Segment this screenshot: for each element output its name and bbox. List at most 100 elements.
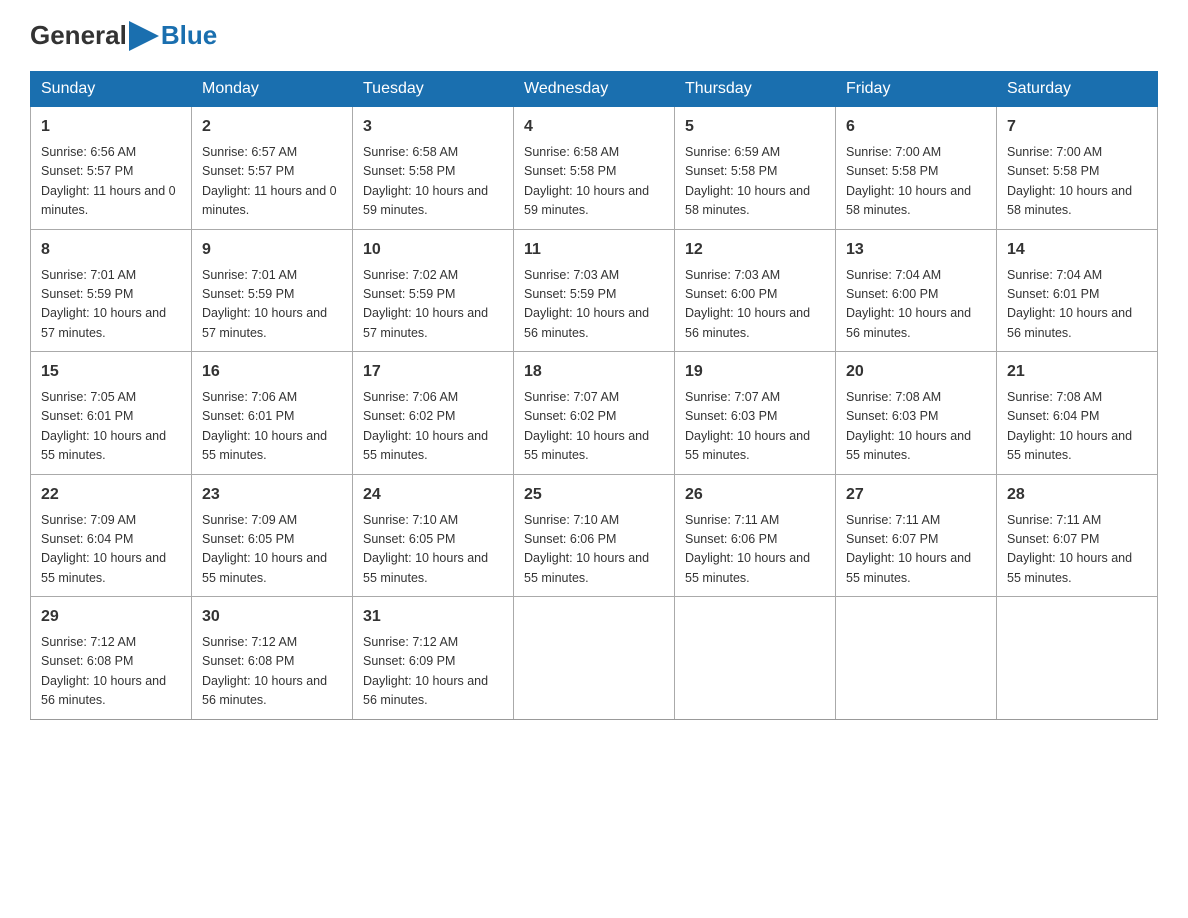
day-info: Sunrise: 6:56 AMSunset: 5:57 PMDaylight:… (41, 143, 181, 221)
day-info: Sunrise: 7:08 AMSunset: 6:03 PMDaylight:… (846, 388, 986, 466)
day-number: 2 (202, 115, 342, 139)
day-number: 29 (41, 605, 181, 629)
calendar-cell (997, 597, 1158, 720)
calendar-cell: 23 Sunrise: 7:09 AMSunset: 6:05 PMDayligh… (192, 474, 353, 597)
calendar-cell: 13 Sunrise: 7:04 AMSunset: 6:00 PMDayligh… (836, 229, 997, 352)
day-number: 8 (41, 238, 181, 262)
calendar-cell: 31Sunrise: 7:12 AMSunset: 6:09 PMDayligh… (353, 597, 514, 720)
calendar-cell: 8Sunrise: 7:01 AMSunset: 5:59 PMDaylight… (31, 229, 192, 352)
day-info: Sunrise: 7:03 AMSunset: 6:00 PMDaylight:… (685, 266, 825, 344)
day-number: 12 (685, 238, 825, 262)
day-info: Sunrise: 7:05 AMSunset: 6:01 PMDaylight:… (41, 388, 181, 466)
day-info: Sunrise: 7:04 AMSunset: 6:00 PMDaylight:… (846, 266, 986, 344)
day-number: 14 (1007, 238, 1147, 262)
calendar-cell (836, 597, 997, 720)
logo-general: General (30, 20, 127, 51)
day-number: 9 (202, 238, 342, 262)
calendar-cell: 19Sunrise: 7:07 AMSunset: 6:03 PMDayligh… (675, 352, 836, 475)
day-info: Sunrise: 7:11 AMSunset: 6:07 PMDaylight:… (1007, 511, 1147, 589)
day-number: 3 (363, 115, 503, 139)
day-number: 25 (524, 483, 664, 507)
calendar-cell: 26 Sunrise: 7:11 AMSunset: 6:06 PMDayligh… (675, 474, 836, 597)
day-info: Sunrise: 6:59 AMSunset: 5:58 PMDaylight:… (685, 143, 825, 221)
day-number: 15 (41, 360, 181, 384)
calendar-cell: 6 Sunrise: 7:00 AMSunset: 5:58 PMDaylight… (836, 107, 997, 230)
calendar-cell: 20 Sunrise: 7:08 AMSunset: 6:03 PMDayligh… (836, 352, 997, 475)
day-number: 5 (685, 115, 825, 139)
day-info: Sunrise: 7:03 AMSunset: 5:59 PMDaylight:… (524, 266, 664, 344)
day-info: Sunrise: 7:12 AMSunset: 6:08 PMDaylight:… (202, 633, 342, 711)
calendar-cell: 10 Sunrise: 7:02 AMSunset: 5:59 PMDayligh… (353, 229, 514, 352)
day-number: 28 (1007, 483, 1147, 507)
calendar-cell: 2 Sunrise: 6:57 AMSunset: 5:57 PMDaylight… (192, 107, 353, 230)
calendar-cell: 15 Sunrise: 7:05 AMSunset: 6:01 PMDayligh… (31, 352, 192, 475)
header-saturday: Saturday (997, 72, 1158, 107)
header-sunday: Sunday (31, 72, 192, 107)
calendar-cell: 22 Sunrise: 7:09 AMSunset: 6:04 PMDayligh… (31, 474, 192, 597)
calendar-week-1: 1 Sunrise: 6:56 AMSunset: 5:57 PMDaylight… (31, 107, 1158, 230)
day-info: Sunrise: 7:10 AMSunset: 6:06 PMDaylight:… (524, 511, 664, 589)
day-info: Sunrise: 7:09 AMSunset: 6:04 PMDaylight:… (41, 511, 181, 589)
day-info: Sunrise: 6:57 AMSunset: 5:57 PMDaylight:… (202, 143, 342, 221)
day-number: 6 (846, 115, 986, 139)
calendar-cell: 27Sunrise: 7:11 AMSunset: 6:07 PMDayligh… (836, 474, 997, 597)
calendar-cell: 21Sunrise: 7:08 AMSunset: 6:04 PMDayligh… (997, 352, 1158, 475)
day-number: 17 (363, 360, 503, 384)
calendar-cell: 11 Sunrise: 7:03 AMSunset: 5:59 PMDayligh… (514, 229, 675, 352)
calendar-cell: 24 Sunrise: 7:10 AMSunset: 6:05 PMDayligh… (353, 474, 514, 597)
calendar-cell: 4Sunrise: 6:58 AMSunset: 5:58 PMDaylight… (514, 107, 675, 230)
day-info: Sunrise: 7:07 AMSunset: 6:02 PMDaylight:… (524, 388, 664, 466)
calendar-cell: 17 Sunrise: 7:06 AMSunset: 6:02 PMDayligh… (353, 352, 514, 475)
day-info: Sunrise: 7:04 AMSunset: 6:01 PMDaylight:… (1007, 266, 1147, 344)
calendar-cell (514, 597, 675, 720)
logo-blue: Blue (161, 20, 217, 51)
day-number: 10 (363, 238, 503, 262)
logo-triangle-icon (129, 21, 159, 51)
day-number: 24 (363, 483, 503, 507)
calendar-week-3: 15 Sunrise: 7:05 AMSunset: 6:01 PMDayligh… (31, 352, 1158, 475)
day-number: 13 (846, 238, 986, 262)
calendar-cell (675, 597, 836, 720)
day-number: 21 (1007, 360, 1147, 384)
day-number: 1 (41, 115, 181, 139)
day-info: Sunrise: 7:00 AMSunset: 5:58 PMDaylight:… (846, 143, 986, 221)
header-friday: Friday (836, 72, 997, 107)
header-wednesday: Wednesday (514, 72, 675, 107)
logo: General Blue (30, 20, 217, 51)
calendar-cell: 16 Sunrise: 7:06 AMSunset: 6:01 PMDayligh… (192, 352, 353, 475)
calendar-cell: 14 Sunrise: 7:04 AMSunset: 6:01 PMDayligh… (997, 229, 1158, 352)
header-thursday: Thursday (675, 72, 836, 107)
calendar-cell: 30 Sunrise: 7:12 AMSunset: 6:08 PMDayligh… (192, 597, 353, 720)
day-info: Sunrise: 7:12 AMSunset: 6:08 PMDaylight:… (41, 633, 181, 711)
calendar-cell: 28 Sunrise: 7:11 AMSunset: 6:07 PMDayligh… (997, 474, 1158, 597)
calendar-cell: 18 Sunrise: 7:07 AMSunset: 6:02 PMDayligh… (514, 352, 675, 475)
day-info: Sunrise: 7:01 AMSunset: 5:59 PMDaylight:… (202, 266, 342, 344)
calendar-week-5: 29 Sunrise: 7:12 AMSunset: 6:08 PMDayligh… (31, 597, 1158, 720)
day-info: Sunrise: 7:09 AMSunset: 6:05 PMDaylight:… (202, 511, 342, 589)
day-info: Sunrise: 7:00 AMSunset: 5:58 PMDaylight:… (1007, 143, 1147, 221)
day-number: 22 (41, 483, 181, 507)
day-info: Sunrise: 7:07 AMSunset: 6:03 PMDaylight:… (685, 388, 825, 466)
day-number: 26 (685, 483, 825, 507)
day-info: Sunrise: 7:06 AMSunset: 6:01 PMDaylight:… (202, 388, 342, 466)
day-info: Sunrise: 7:10 AMSunset: 6:05 PMDaylight:… (363, 511, 503, 589)
page-header: General Blue (30, 20, 1158, 51)
calendar-cell: 25 Sunrise: 7:10 AMSunset: 6:06 PMDayligh… (514, 474, 675, 597)
day-info: Sunrise: 7:11 AMSunset: 6:06 PMDaylight:… (685, 511, 825, 589)
day-info: Sunrise: 7:06 AMSunset: 6:02 PMDaylight:… (363, 388, 503, 466)
day-number: 11 (524, 238, 664, 262)
day-number: 16 (202, 360, 342, 384)
calendar-cell: 3Sunrise: 6:58 AMSunset: 5:58 PMDaylight… (353, 107, 514, 230)
calendar-cell: 29 Sunrise: 7:12 AMSunset: 6:08 PMDayligh… (31, 597, 192, 720)
header-monday: Monday (192, 72, 353, 107)
day-number: 20 (846, 360, 986, 384)
day-number: 18 (524, 360, 664, 384)
calendar-cell: 12 Sunrise: 7:03 AMSunset: 6:00 PMDayligh… (675, 229, 836, 352)
day-info: Sunrise: 7:02 AMSunset: 5:59 PMDaylight:… (363, 266, 503, 344)
day-info: Sunrise: 7:12 AMSunset: 6:09 PMDaylight:… (363, 633, 503, 711)
day-number: 7 (1007, 115, 1147, 139)
day-number: 23 (202, 483, 342, 507)
day-number: 30 (202, 605, 342, 629)
header-tuesday: Tuesday (353, 72, 514, 107)
day-number: 4 (524, 115, 664, 139)
